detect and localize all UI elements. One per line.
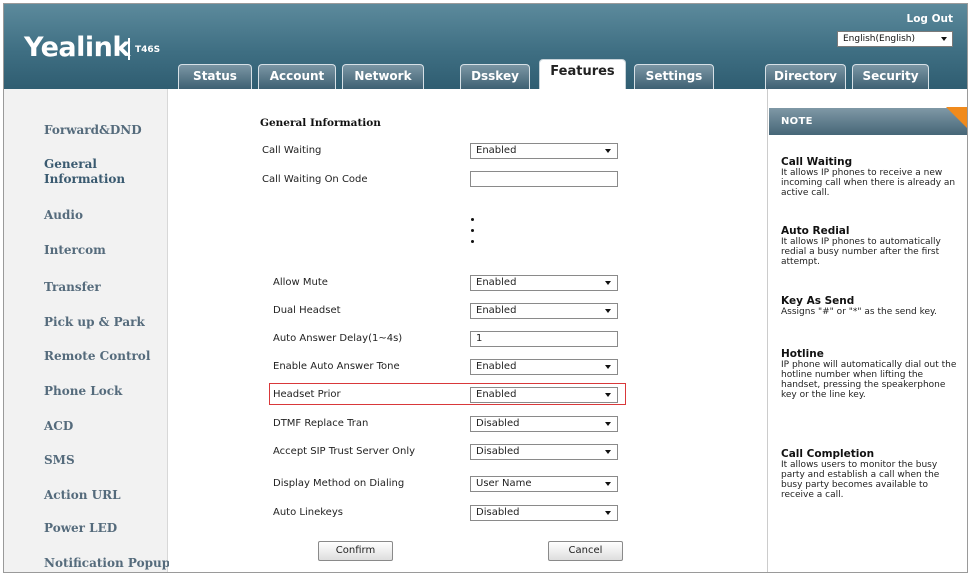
note-entry-title: Call Completion <box>781 448 875 460</box>
brand-logo: Yealink <box>24 32 130 63</box>
tab-dsskey[interactable]: Dsskey <box>460 64 530 89</box>
phone-model: T46S <box>135 45 161 55</box>
note-entry-title: Call Waiting <box>781 156 853 168</box>
web-ui-frame: Yealink T46S Log Out English(English) St… <box>3 3 968 573</box>
chevron-down-icon <box>605 309 611 313</box>
auto-answer-tone-select[interactable]: Enabled <box>470 359 618 375</box>
sidebar-item-general-information[interactable]: General Information <box>44 157 144 187</box>
note-entry: Key As Send Assigns "#" or "*" as the se… <box>781 295 959 318</box>
call-waiting-code-input[interactable] <box>470 171 618 187</box>
dual-headset-label: Dual Headset <box>273 305 341 316</box>
headset-prior-label: Headset Prior <box>273 389 341 400</box>
dual-headset-value: Enabled <box>476 305 517 316</box>
omitted-rows-dot <box>471 218 474 221</box>
call-waiting-select[interactable]: Enabled <box>470 143 618 159</box>
note-entry-text: It allows users to monitor the busy part… <box>781 460 940 500</box>
note-panel: NOTE Call Waiting It allows IP phones to… <box>767 89 967 572</box>
headset-prior-value: Enabled <box>476 389 517 400</box>
section-title: General Information <box>260 117 381 129</box>
display-method-value: User Name <box>476 478 532 489</box>
language-value: English(English) <box>843 34 916 44</box>
note-entry: Call Waiting It allows IP phones to rece… <box>781 156 959 199</box>
tab-settings[interactable]: Settings <box>634 64 714 89</box>
accept-sip-trust-select[interactable]: Disabled <box>470 444 618 460</box>
note-entry: Call Completion It allows users to monit… <box>781 448 959 501</box>
call-waiting-label: Call Waiting <box>262 145 322 156</box>
cancel-button[interactable]: Cancel <box>548 541 623 561</box>
dtmf-replace-value: Disabled <box>476 418 520 429</box>
auto-answer-tone-value: Enabled <box>476 361 517 372</box>
note-entry-title: Hotline <box>781 348 824 360</box>
sidebar-item-transfer[interactable]: Transfer <box>44 280 101 295</box>
note-entry: Hotline IP phone will automatically dial… <box>781 348 959 401</box>
chevron-down-icon <box>605 365 611 369</box>
chevron-down-icon <box>605 281 611 285</box>
auto-linekeys-label: Auto Linekeys <box>273 507 343 518</box>
language-select[interactable]: English(English) <box>837 31 953 47</box>
note-entry-text: It allows IP phones to receive a new inc… <box>781 168 956 198</box>
tab-directory[interactable]: Directory <box>765 64 846 89</box>
dtmf-replace-label: DTMF Replace Tran <box>273 418 369 429</box>
note-corner-flag <box>946 107 967 129</box>
allow-mute-value: Enabled <box>476 277 517 288</box>
allow-mute-label: Allow Mute <box>273 277 328 288</box>
settings-form: General Information Call Waiting Enabled… <box>169 89 767 572</box>
call-waiting-code-label: Call Waiting On Code <box>262 174 368 185</box>
tab-features[interactable]: Features <box>539 59 626 89</box>
tab-security[interactable]: Security <box>852 64 929 89</box>
sidebar-item-acd[interactable]: ACD <box>44 419 73 434</box>
sidebar-item-pickup-park[interactable]: Pick up & Park <box>44 315 145 330</box>
note-header: NOTE <box>769 107 967 135</box>
sidebar-item-sms[interactable]: SMS <box>44 453 75 468</box>
note-header-title: NOTE <box>781 116 813 127</box>
sidebar-item-power-led[interactable]: Power LED <box>44 521 117 536</box>
logout-link[interactable]: Log Out <box>907 13 954 25</box>
chevron-down-icon <box>605 422 611 426</box>
auto-answer-delay-label: Auto Answer Delay(1~4s) <box>273 333 403 344</box>
allow-mute-select[interactable]: Enabled <box>470 275 618 291</box>
header-bar: Yealink T46S Log Out English(English) St… <box>4 4 967 89</box>
chevron-down-icon <box>605 482 611 486</box>
logo-separator <box>128 38 130 60</box>
tab-status[interactable]: Status <box>178 64 252 89</box>
accept-sip-trust-value: Disabled <box>476 446 520 457</box>
note-entry-text: It allows IP phones to automatically red… <box>781 237 941 267</box>
display-method-select[interactable]: User Name <box>470 476 618 492</box>
confirm-button[interactable]: Confirm <box>318 541 393 561</box>
chevron-down-icon <box>605 149 611 153</box>
auto-answer-delay-input[interactable]: 1 <box>470 331 618 347</box>
omitted-rows-dot <box>471 229 474 232</box>
sidebar-item-audio[interactable]: Audio <box>44 208 83 223</box>
omitted-rows-dot <box>471 240 474 243</box>
sidebar-nav: Forward&DND General Information Audio In… <box>4 89 177 572</box>
call-waiting-value: Enabled <box>476 145 517 156</box>
note-entry-title: Auto Redial <box>781 225 850 237</box>
chevron-down-icon <box>605 511 611 515</box>
sidebar-item-intercom[interactable]: Intercom <box>44 243 106 258</box>
chevron-down-icon <box>941 37 947 41</box>
note-entry-text: IP phone will automatically dial out the… <box>781 360 957 400</box>
auto-linekeys-select[interactable]: Disabled <box>470 505 618 521</box>
tab-network[interactable]: Network <box>342 64 424 89</box>
sidebar-item-action-url[interactable]: Action URL <box>44 488 121 503</box>
sidebar-item-forward-dnd[interactable]: Forward&DND <box>44 123 142 138</box>
display-method-label: Display Method on Dialing <box>273 478 405 489</box>
accept-sip-trust-label: Accept SIP Trust Server Only <box>273 446 416 457</box>
dtmf-replace-select[interactable]: Disabled <box>470 416 618 432</box>
headset-prior-select[interactable]: Enabled <box>470 387 618 403</box>
chevron-down-icon <box>605 393 611 397</box>
tab-account[interactable]: Account <box>258 64 336 89</box>
auto-answer-tone-label: Enable Auto Answer Tone <box>273 361 400 372</box>
note-entry: Auto Redial It allows IP phones to autom… <box>781 225 959 268</box>
sidebar-item-notification-popups[interactable]: Notification Popups <box>44 556 177 571</box>
chevron-down-icon <box>605 450 611 454</box>
dual-headset-select[interactable]: Enabled <box>470 303 618 319</box>
sidebar-item-phone-lock[interactable]: Phone Lock <box>44 384 122 399</box>
note-entry-text: Assigns "#" or "*" as the send key. <box>781 307 937 317</box>
sidebar-item-remote-control[interactable]: Remote Control <box>44 349 150 364</box>
auto-linekeys-value: Disabled <box>476 507 520 518</box>
note-entry-title: Key As Send <box>781 295 855 307</box>
